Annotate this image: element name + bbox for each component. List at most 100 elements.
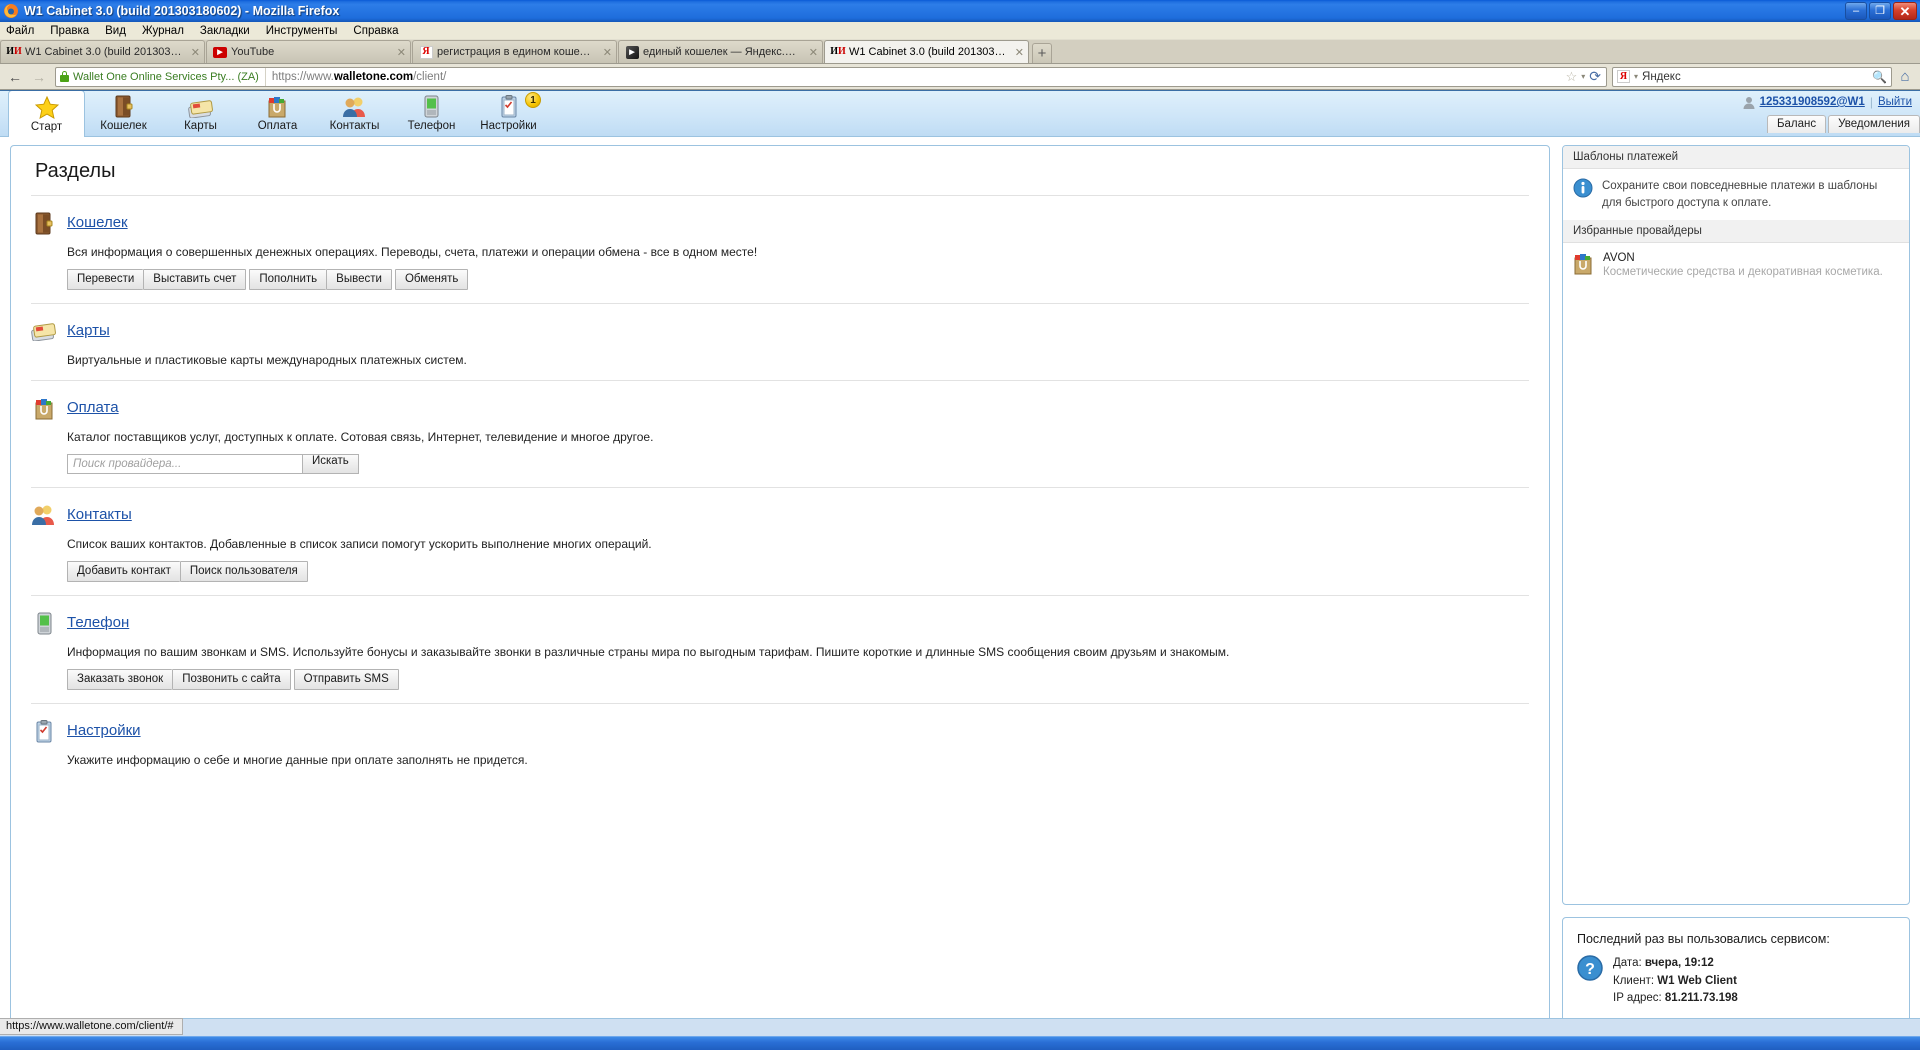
tab-close-icon[interactable]: ✕ <box>397 46 406 59</box>
section-description: Виртуальные и пластиковые карты междунар… <box>67 353 467 367</box>
provider-name: AVON <box>1603 252 1635 265</box>
avatar <box>1743 96 1755 109</box>
last-session-lines: Дата: вчера, 19:12 Клиент: W1 Web Client… <box>1613 955 1738 1007</box>
menu-item-edit[interactable]: Правка <box>50 25 89 37</box>
minimize-button[interactable]: – <box>1845 2 1867 20</box>
menu-bar: Файл Правка Вид Журнал Закладки Инструме… <box>0 22 1920 40</box>
withdraw-button[interactable]: Вывести <box>326 269 392 290</box>
browser-status-bar: https://www.walletone.com/client/# <box>0 1018 1920 1036</box>
tab-close-icon[interactable]: ✕ <box>1015 46 1024 59</box>
url-bar-icons: ☆ ▾ ⟳ <box>1566 68 1606 85</box>
tab-close-icon[interactable]: ✕ <box>191 46 200 59</box>
chevron-down-icon[interactable]: ▾ <box>1634 72 1638 81</box>
maximize-button[interactable]: ❐ <box>1869 2 1891 20</box>
page-body: Разделы Кошелек Вся информация о соверше… <box>0 137 1920 1024</box>
provider-search-button[interactable]: Искать <box>303 454 359 474</box>
menu-item-tools[interactable]: Инструменты <box>266 25 338 37</box>
send-sms-button[interactable]: Отправить SMS <box>293 669 399 690</box>
app-nav-contacts[interactable]: Контакты <box>316 91 393 136</box>
section-title-wallet[interactable]: Кошелек <box>67 210 128 236</box>
tab-label: YouTube <box>231 46 275 58</box>
search-bar[interactable]: Я ▾ Яндекс 🔍 <box>1612 66 1892 87</box>
exchange-button[interactable]: Обменять <box>394 269 469 290</box>
app-nav-label: Карты <box>184 120 217 132</box>
find-user-button[interactable]: Поиск пользователя <box>179 561 308 582</box>
add-contact-button[interactable]: Добавить контакт <box>67 561 180 582</box>
transfer-button[interactable]: Перевести <box>67 269 144 290</box>
section-title-cards[interactable]: Карты <box>67 318 110 344</box>
status-link-tooltip: https://www.walletone.com/client/# <box>0 1018 183 1035</box>
yandex-search-engine-icon[interactable]: Я <box>1617 70 1630 83</box>
home-button-icon[interactable]: ⌂ <box>1894 66 1916 88</box>
tab-close-icon[interactable]: ✕ <box>603 46 612 59</box>
menu-item-help[interactable]: Справка <box>353 25 398 37</box>
section-description: Укажите информацию о себе и многие данны… <box>67 753 528 767</box>
yandex-icon: Я <box>419 45 433 59</box>
user-account-row: 125331908592@W1 | Выйти <box>1743 95 1920 109</box>
bookmark-star-icon[interactable]: ☆ <box>1566 69 1578 85</box>
section-buttons: Добавить контакт Поиск пользователя <box>67 561 1529 582</box>
page-title: Разделы <box>35 160 116 182</box>
close-button[interactable]: ✕ <box>1893 2 1917 20</box>
app-nav-label: Телефон <box>407 120 456 132</box>
forward-button-icon[interactable]: → <box>28 66 50 88</box>
menu-item-bookmarks[interactable]: Закладки <box>200 25 250 37</box>
tab-label: W1 Cabinet 3.0 (build 201303180602) <box>849 46 1009 58</box>
tab-close-icon[interactable]: ✕ <box>809 46 818 59</box>
w1-icon: ИИ <box>830 46 846 57</box>
section-title-payment[interactable]: Оплата <box>67 395 119 421</box>
app-nav-label: Контакты <box>329 120 380 132</box>
app-nav-cards[interactable]: Карты <box>162 91 239 136</box>
tab-label: регистрация в едином кошельке виде... <box>437 46 597 58</box>
favorite-provider-row[interactable]: AVON Косметические средства и декоративн… <box>1563 243 1909 287</box>
menu-item-file[interactable]: Файл <box>6 25 34 37</box>
window-controls: – ❐ ✕ <box>1845 2 1920 20</box>
menu-item-view[interactable]: Вид <box>105 25 126 37</box>
chevron-down-icon[interactable]: ▾ <box>1581 72 1585 81</box>
browser-tab-5-active[interactable]: ИИ W1 Cabinet 3.0 (build 201303180602) ✕ <box>824 40 1029 63</box>
phone-icon <box>424 94 439 118</box>
order-call-button[interactable]: Заказать звонок <box>67 669 173 690</box>
section-title-settings[interactable]: Настройки <box>67 718 141 744</box>
section-buttons: Заказать звонок Позвонить с сайта Отправ… <box>67 669 1529 690</box>
section-buttons: Перевести Выставить счет Пополнить Вывес… <box>67 269 1529 290</box>
url-bar[interactable]: Wallet One Online Services Pty... (ZA) h… <box>55 66 1607 87</box>
ip-value: 81.211.73.198 <box>1664 991 1738 1004</box>
search-engine-label: Яндекс <box>1642 70 1681 83</box>
browser-tab-3[interactable]: Я регистрация в едином кошельке виде... … <box>412 40 617 63</box>
section-header: Настройки <box>31 718 1529 744</box>
logout-link[interactable]: Выйти <box>1878 96 1912 108</box>
provider-texts: AVON Косметические средства и декоративн… <box>1603 252 1883 278</box>
section-title-phone[interactable]: Телефон <box>67 610 129 636</box>
menu-item-history[interactable]: Журнал <box>142 25 184 37</box>
top-up-button[interactable]: Пополнить <box>249 269 327 290</box>
tab-label: W1 Cabinet 3.0 (build 201303180602) <box>25 46 185 58</box>
new-tab-button[interactable]: + <box>1032 43 1052 63</box>
provider-search-input[interactable] <box>67 454 303 474</box>
tab-notifications[interactable]: Уведомления <box>1828 115 1920 133</box>
search-icon[interactable]: 🔍 <box>1872 70 1887 84</box>
browser-tab-2[interactable]: ▶ YouTube ✕ <box>206 40 411 63</box>
section-title-contacts[interactable]: Контакты <box>67 502 132 528</box>
app-nav-wallet[interactable]: Кошелек <box>85 91 162 136</box>
section-description: Список ваших контактов. Добавленные в сп… <box>67 537 652 551</box>
browser-tab-1[interactable]: ИИ W1 Cabinet 3.0 (build 201303180602) ✕ <box>0 40 205 63</box>
site-identity-button[interactable]: Wallet One Online Services Pty... (ZA) <box>56 67 266 86</box>
section-wallet: Кошелек Вся информация о совершенных ден… <box>31 196 1529 303</box>
app-nav-payment[interactable]: Оплата <box>239 91 316 136</box>
window-title: W1 Cabinet 3.0 (build 201303180602) - Mo… <box>24 4 340 18</box>
app-nav-settings[interactable]: Настройки 1 <box>470 91 547 136</box>
call-from-site-button[interactable]: Позвонить с сайта <box>172 669 291 690</box>
favorites-header: Избранные провайдеры <box>1563 220 1909 244</box>
app-nav-label: Кошелек <box>100 120 147 132</box>
provider-description: Косметические средства и декоративная ко… <box>1603 266 1883 279</box>
info-icon <box>1573 178 1593 201</box>
issue-invoice-button[interactable]: Выставить счет <box>143 269 247 290</box>
app-nav-start[interactable]: Старт <box>8 91 85 137</box>
browser-tab-4[interactable]: ▶ единый кошелек — Яндекс.Видео ✕ <box>618 40 823 63</box>
app-nav-phone[interactable]: Телефон <box>393 91 470 136</box>
reload-icon[interactable]: ⟳ <box>1589 68 1601 85</box>
tab-balance[interactable]: Баланс <box>1766 115 1827 133</box>
user-account-link[interactable]: 125331908592@W1 <box>1760 96 1865 108</box>
back-button-icon[interactable]: ← <box>4 66 26 88</box>
